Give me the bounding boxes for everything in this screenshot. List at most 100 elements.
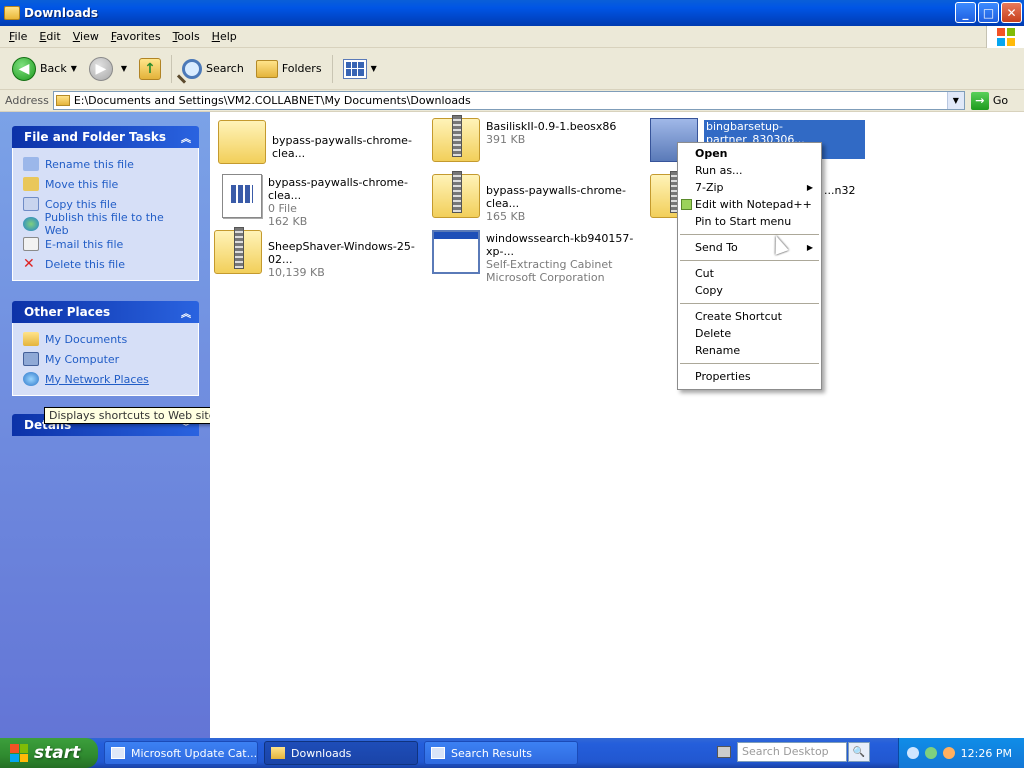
other-places-header[interactable]: Other Places ︽ xyxy=(12,301,199,323)
menu-tools[interactable]: Tools xyxy=(167,30,206,43)
ctx-rename[interactable]: Rename xyxy=(678,342,821,359)
task-pane: File and Folder Tasks ︽ Rename this file… xyxy=(0,112,210,738)
chevron-down-icon[interactable]: ▼ xyxy=(371,64,377,73)
tray-search-icon[interactable] xyxy=(906,747,919,759)
file-size: 391 KB xyxy=(486,133,526,146)
file-item[interactable]: bypass-paywalls-chrome-clea... xyxy=(218,120,433,170)
ctx-edit-notepadpp[interactable]: Edit with Notepad++ xyxy=(678,196,821,213)
document-icon xyxy=(222,174,262,218)
folder-icon xyxy=(271,747,285,759)
views-button[interactable]: ▼ xyxy=(337,52,383,86)
place-my-computer[interactable]: My Computer xyxy=(23,349,188,369)
close-button[interactable]: ✕ xyxy=(1001,2,1022,23)
file-item[interactable]: SheepShaver-Windows-25-02... 10,139 KB xyxy=(214,227,429,280)
taskbar-button-downloads[interactable]: Downloads xyxy=(264,741,418,765)
task-publish[interactable]: Publish this file to the Web xyxy=(23,211,188,237)
ctx-run-as[interactable]: Run as... xyxy=(678,162,821,179)
menu-favorites[interactable]: Favorites xyxy=(105,30,167,43)
task-email[interactable]: E-mail this file xyxy=(23,234,188,254)
minimize-button[interactable]: _ xyxy=(955,2,976,23)
task-delete[interactable]: ✕ Delete this file xyxy=(23,254,188,274)
back-arrow-icon: ◀ xyxy=(12,56,36,81)
ctx-delete[interactable]: Delete xyxy=(678,325,821,342)
browser-icon xyxy=(111,747,125,759)
menu-help[interactable]: Help xyxy=(206,30,243,43)
ctx-create-shortcut[interactable]: Create Shortcut xyxy=(678,308,821,325)
task-move[interactable]: Move this file xyxy=(23,174,188,194)
task-rename[interactable]: Rename this file xyxy=(23,154,188,174)
file-tasks-title: File and Folder Tasks xyxy=(24,130,167,144)
collapse-icon[interactable]: ︽ xyxy=(181,130,191,145)
go-label: Go xyxy=(992,94,1009,107)
forward-arrow-icon: ▶ xyxy=(88,56,113,81)
keyboard-icon[interactable] xyxy=(717,746,731,758)
search-icon[interactable]: 🔍 xyxy=(848,742,870,762)
go-button[interactable]: → Go xyxy=(970,91,1009,110)
chevron-down-icon[interactable]: ▼ xyxy=(71,64,77,73)
folder-icon xyxy=(4,6,20,20)
task-label: Publish this file to the Web xyxy=(44,211,164,237)
menu-file[interactable]: File xyxy=(3,30,33,43)
chevron-down-icon[interactable]: ▼ xyxy=(946,92,964,109)
ctx-7zip[interactable]: 7-Zip ▶ xyxy=(678,179,821,196)
taskbar-button-search-results[interactable]: Search Results xyxy=(424,741,578,765)
search-button[interactable]: Search xyxy=(176,52,250,86)
chevron-down-icon[interactable]: ▼ xyxy=(121,64,127,73)
desktop-search-input[interactable]: Search Desktop xyxy=(737,742,847,762)
forward-button[interactable]: ▶ ▼ xyxy=(83,52,133,86)
submenu-arrow-icon: ▶ xyxy=(806,243,813,252)
zip-icon xyxy=(214,227,262,274)
place-label: My Documents xyxy=(45,332,128,346)
menu-view[interactable]: View xyxy=(67,30,105,43)
file-type: 0 File xyxy=(268,202,297,215)
search-results-icon xyxy=(431,747,445,759)
zip-icon xyxy=(432,115,480,162)
ctx-open[interactable]: Open xyxy=(678,145,821,162)
other-places-body: My Documents My Computer My Network Plac… xyxy=(12,323,199,396)
maximize-button[interactable]: □ xyxy=(978,2,999,23)
toolbar-separator xyxy=(171,54,173,83)
taskbar-button-update-catalog[interactable]: Microsoft Update Cat... xyxy=(104,741,258,765)
up-folder-button[interactable]: ↑ xyxy=(133,52,167,86)
my-documents-icon xyxy=(23,332,39,346)
my-computer-icon xyxy=(23,352,39,366)
file-company: Microsoft Corporation xyxy=(486,271,605,284)
title-bar[interactable]: Downloads _ □ ✕ xyxy=(0,0,1024,26)
tray-network-icon[interactable] xyxy=(924,747,937,759)
file-item[interactable]: windowssearch-kb940157-xp-... Self-Extra… xyxy=(432,230,647,284)
ctx-properties[interactable]: Properties xyxy=(678,368,821,385)
folders-button[interactable]: Folders xyxy=(250,52,328,86)
ctx-cut[interactable]: Cut xyxy=(678,265,821,282)
menu-separator xyxy=(680,260,819,261)
start-button[interactable]: start xyxy=(0,738,98,768)
folder-icon xyxy=(55,95,70,106)
ctx-pin-start[interactable]: Pin to Start menu xyxy=(678,213,821,230)
email-icon xyxy=(23,237,39,251)
views-icon xyxy=(342,58,367,79)
start-label: start xyxy=(34,743,81,763)
toolbar-separator xyxy=(331,54,333,83)
ctx-send-to[interactable]: Send To ▶ xyxy=(678,239,821,256)
place-my-documents[interactable]: My Documents xyxy=(23,329,188,349)
ctx-label: Edit with Notepad++ xyxy=(695,198,812,211)
address-value: E:\Documents and Settings\VM2.COLLABNET\… xyxy=(73,94,471,107)
file-item[interactable]: BasiliskII-0.9-1.beosx86 391 KB xyxy=(432,115,647,168)
back-button[interactable]: ◀ Back ▼ xyxy=(6,52,83,86)
file-item[interactable]: bypass-paywalls-chrome-clea... 0 File 16… xyxy=(218,174,433,228)
window-controls: _ □ ✕ xyxy=(955,2,1022,23)
rename-icon xyxy=(23,157,39,171)
task-label: E-mail this file xyxy=(45,237,124,251)
file-list[interactable]: bypass-paywalls-chrome-clea... BasiliskI… xyxy=(210,112,1024,738)
ctx-copy[interactable]: Copy xyxy=(678,282,821,299)
place-network[interactable]: My Network Places xyxy=(23,369,188,389)
address-input[interactable]: E:\Documents and Settings\VM2.COLLABNET\… xyxy=(52,91,965,110)
clock[interactable]: 12:26 PM xyxy=(961,747,1012,760)
task-label: Delete this file xyxy=(45,257,125,271)
file-item[interactable]: bypass-paywalls-chrome-clea... 165 KB xyxy=(432,171,647,224)
menu-edit[interactable]: Edit xyxy=(33,30,66,43)
file-name: bypass-paywalls-chrome-clea... xyxy=(272,134,412,160)
menu-separator xyxy=(680,234,819,235)
tray-app-icon[interactable] xyxy=(942,747,955,759)
collapse-icon[interactable]: ︽ xyxy=(181,305,191,320)
file-tasks-header[interactable]: File and Folder Tasks ︽ xyxy=(12,126,199,148)
